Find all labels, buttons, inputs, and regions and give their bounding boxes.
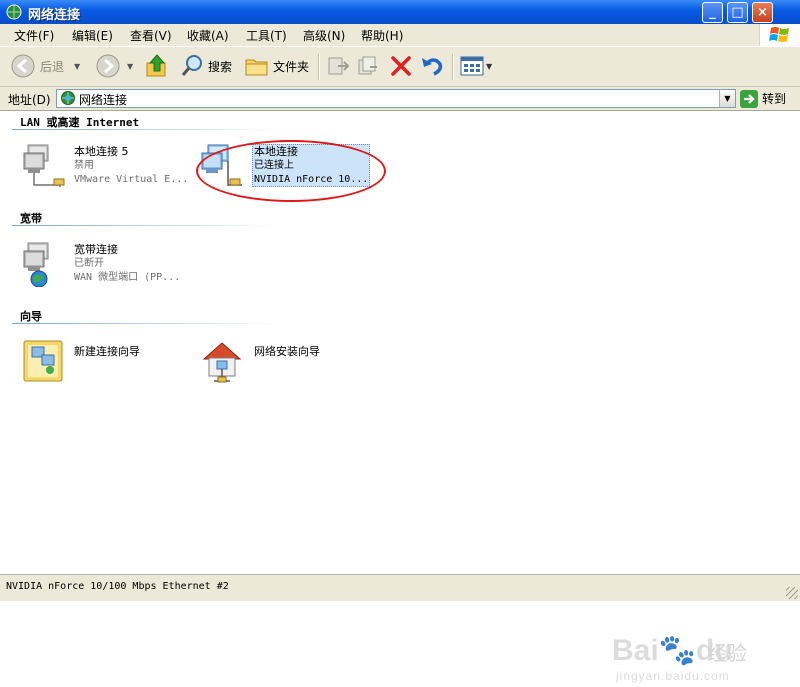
wizard-item-network-setup[interactable]: 网络安装向导 — [200, 337, 380, 393]
menu-edit[interactable]: 编辑(E) — [72, 27, 113, 44]
menu-advanced[interactable]: 高级(N) — [303, 27, 345, 44]
connection-device: VMware Virtual E... — [74, 174, 189, 185]
connection-status: 禁用 — [74, 160, 94, 171]
status-text: NVIDIA nForce 10/100 Mbps Ethernet #2 — [6, 581, 229, 592]
minimize-button[interactable]: _ — [702, 2, 723, 23]
move-to-button[interactable] — [326, 51, 350, 81]
search-button[interactable]: 搜索 — [180, 51, 232, 81]
resize-grip[interactable] — [786, 587, 798, 599]
connection-item-local-5[interactable]: 本地连接 5 禁用 VMware Virtual E... — [20, 141, 200, 197]
wizard-item-new-connection[interactable]: 新建连接向导 — [20, 337, 200, 393]
highlight-ellipse — [196, 140, 386, 202]
address-input[interactable]: 网络连接 ▼ — [56, 89, 736, 108]
close-button[interactable]: × — [752, 2, 773, 23]
views-grid-icon — [460, 56, 484, 76]
group-title-wizard: 向导 — [20, 310, 42, 323]
undo-arrow-icon — [422, 58, 443, 76]
move-to-icon — [328, 57, 350, 75]
address-value: 网络连接 — [79, 93, 128, 107]
copy-to-button[interactable] — [356, 51, 380, 81]
broadband-connection-icon — [23, 242, 49, 287]
up-button[interactable] — [145, 51, 169, 81]
go-button[interactable]: 转到 — [740, 89, 786, 108]
folder-icon — [245, 59, 268, 76]
new-connection-wizard-icon — [23, 340, 63, 382]
menu-bar: 文件(F) 编辑(E) 查看(V) 收藏(A) 工具(T) 高级(N) 帮助(H… — [0, 24, 800, 47]
connection-name: 宽带连接 — [74, 243, 118, 256]
group-title-broadband: 宽带 — [20, 212, 42, 225]
network-connections-icon — [6, 4, 22, 20]
group-title-lan: LAN 或高速 Internet — [20, 116, 140, 129]
menu-file[interactable]: 文件(F) — [14, 27, 54, 44]
wizard-name: 新建连接向导 — [74, 345, 140, 358]
menu-favorites[interactable]: 收藏(A) — [187, 27, 229, 44]
menu-tools[interactable]: 工具(T) — [246, 27, 287, 44]
forward-dropdown-icon[interactable]: ▼ — [127, 62, 133, 71]
watermark-cn: 经验 — [707, 641, 747, 665]
connection-status: 已断开 — [74, 258, 104, 269]
forward-arrow-icon — [96, 54, 120, 78]
lan-connection-disabled-icon — [23, 144, 65, 187]
delete-x-icon — [391, 56, 411, 76]
address-label: 地址(D) — [8, 93, 51, 107]
back-label: 后退 — [40, 59, 65, 74]
up-folder-icon — [146, 54, 166, 77]
search-label: 搜索 — [208, 59, 233, 74]
go-label: 转到 — [762, 92, 787, 106]
connection-device: WAN 微型端口 (PP... — [74, 272, 181, 283]
menu-view[interactable]: 查看(V) — [130, 27, 172, 44]
delete-button[interactable] — [389, 51, 413, 81]
folders-button[interactable]: 文件夹 — [245, 51, 309, 81]
baidu-watermark: Bai🐾du 经验 jingyan.baidu.com — [612, 623, 762, 687]
back-arrow-icon — [11, 54, 35, 78]
windows-logo — [759, 24, 800, 46]
wizard-name: 网络安装向导 — [254, 345, 320, 358]
search-icon — [181, 55, 202, 76]
maximize-button[interactable]: □ — [727, 2, 748, 23]
content-area: LAN 或高速 Internet 本地连接 5 禁用 VMware Virtua… — [0, 111, 800, 683]
back-button[interactable]: 后退 ▼ — [10, 51, 80, 81]
title-bar[interactable]: 网络连接 _ □ × — [0, 0, 800, 24]
address-dropdown-icon[interactable]: ▼ — [719, 90, 735, 107]
connection-name: 本地连接 5 — [74, 145, 129, 158]
toolbar: 后退 ▼ ▼ 搜索 文件夹 ▼ — [0, 47, 800, 87]
menu-help[interactable]: 帮助(H) — [361, 27, 403, 44]
copy-to-icon — [358, 56, 377, 75]
folders-label: 文件夹 — [273, 59, 310, 74]
network-globe-icon — [61, 91, 75, 105]
go-arrow-icon — [740, 89, 758, 108]
status-bar: NVIDIA nForce 10/100 Mbps Ethernet #2 — [0, 574, 800, 601]
undo-button[interactable] — [420, 51, 444, 81]
forward-button[interactable]: ▼ — [95, 51, 133, 81]
connection-item-broadband[interactable]: 宽带连接 已断开 WAN 微型端口 (PP... — [20, 239, 200, 295]
views-dropdown-icon[interactable]: ▼ — [486, 62, 492, 71]
network-setup-house-icon — [202, 342, 242, 383]
address-bar: 地址(D) 网络连接 ▼ 转到 — [0, 87, 800, 111]
window-title: 网络连接 — [28, 8, 81, 23]
watermark-url: jingyan.baidu.com — [616, 669, 730, 683]
back-dropdown-icon[interactable]: ▼ — [74, 62, 80, 71]
views-button[interactable]: ▼ — [460, 51, 492, 81]
